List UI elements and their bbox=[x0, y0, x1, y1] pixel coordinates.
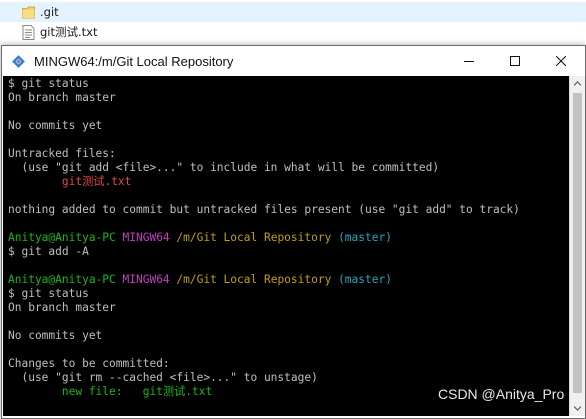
terminal-text: (master) bbox=[338, 273, 392, 286]
scroll-thumb[interactable] bbox=[573, 93, 582, 393]
close-icon bbox=[556, 56, 566, 66]
terminal-text: No commits yet bbox=[8, 119, 103, 132]
terminal-text: /m/Git Local Repository bbox=[176, 273, 339, 286]
vertical-scrollbar[interactable] bbox=[569, 76, 585, 416]
terminal-line: $ git add -A bbox=[8, 245, 520, 259]
terminal-line: (use "git add <file>..." to include in w… bbox=[8, 161, 520, 175]
terminal-text: MINGW64 bbox=[122, 273, 177, 286]
window-title: MINGW64:/m/Git Local Repository bbox=[34, 53, 234, 69]
terminal-text: new file: git测试.txt bbox=[8, 385, 213, 398]
terminal-text: Changes to be committed: bbox=[8, 357, 170, 370]
minimize-icon bbox=[464, 61, 474, 62]
terminal-text: MINGW64 bbox=[122, 231, 177, 244]
terminal-text: $ git status bbox=[8, 77, 89, 90]
maximize-button[interactable] bbox=[492, 46, 538, 76]
explorer-file-list: .git git测试.txt bbox=[0, 0, 586, 48]
terminal-text: (use "git rm --cached <file>..." to unst… bbox=[8, 371, 318, 384]
title-bar[interactable]: MINGW64:/m/Git Local Repository bbox=[2, 46, 585, 76]
file-row-git-folder[interactable]: .git bbox=[0, 2, 586, 22]
folder-icon bbox=[22, 6, 35, 18]
close-button[interactable] bbox=[538, 46, 584, 76]
terminal-line: $ git status bbox=[8, 77, 520, 91]
file-name: git测试.txt bbox=[40, 25, 98, 39]
terminal-text: Anitya@Anitya-PC bbox=[8, 231, 123, 244]
git-bash-icon bbox=[12, 54, 25, 68]
file-name: .git bbox=[40, 5, 59, 19]
terminal-output[interactable]: $ git status On branch master No commits y… bbox=[3, 76, 569, 416]
terminal-lines: $ git status On branch master No commits y… bbox=[8, 77, 520, 399]
terminal-text: (master) bbox=[338, 231, 392, 244]
terminal-line: Changes to be committed: bbox=[8, 357, 520, 371]
chevron-down-icon bbox=[574, 406, 581, 411]
terminal-line: git测试.txt bbox=[8, 175, 520, 189]
terminal-text: No commits yet bbox=[8, 329, 103, 342]
terminal-line: No commits yet bbox=[8, 329, 520, 343]
terminal-text: Untracked files: bbox=[8, 147, 116, 160]
terminal-text: On branch master bbox=[8, 301, 116, 314]
terminal-text: /m/Git Local Repository bbox=[176, 231, 339, 244]
watermark-text: CSDN @Anitya_Pro bbox=[438, 386, 565, 402]
terminal-line: $ git status bbox=[8, 287, 520, 301]
scroll-down-button[interactable] bbox=[570, 401, 585, 416]
text-file-icon bbox=[22, 24, 35, 40]
terminal-text: nothing added to commit but untracked fi… bbox=[8, 203, 520, 216]
terminal-line: (use "git rm --cached <file>..." to unst… bbox=[8, 371, 520, 385]
maximize-icon bbox=[510, 56, 520, 66]
scroll-up-button[interactable] bbox=[570, 76, 585, 91]
terminal-line: nothing added to commit but untracked fi… bbox=[8, 203, 520, 217]
terminal-text: (use "git add <file>..." to include in w… bbox=[8, 161, 440, 174]
terminal-line: Untracked files: bbox=[8, 147, 520, 161]
file-row-text-file[interactable]: git测试.txt bbox=[0, 22, 586, 42]
terminal-line: No commits yet bbox=[8, 119, 520, 133]
terminal-text: $ git add -A bbox=[8, 245, 89, 258]
git-bash-window: MINGW64:/m/Git Local Repository $ git st… bbox=[1, 45, 586, 419]
terminal-text: $ git status bbox=[8, 287, 89, 300]
terminal-line: Anitya@Anitya-PC MINGW64 /m/Git Local Re… bbox=[8, 231, 520, 245]
chevron-up-icon bbox=[574, 81, 581, 86]
terminal-line: Anitya@Anitya-PC MINGW64 /m/Git Local Re… bbox=[8, 273, 520, 287]
terminal-text: Anitya@Anitya-PC bbox=[8, 273, 123, 286]
minimize-button[interactable] bbox=[446, 46, 492, 76]
terminal-line: On branch master bbox=[8, 91, 520, 105]
terminal-line: On branch master bbox=[8, 301, 520, 315]
terminal-text: On branch master bbox=[8, 91, 116, 104]
terminal-text: git测试.txt bbox=[8, 175, 132, 188]
